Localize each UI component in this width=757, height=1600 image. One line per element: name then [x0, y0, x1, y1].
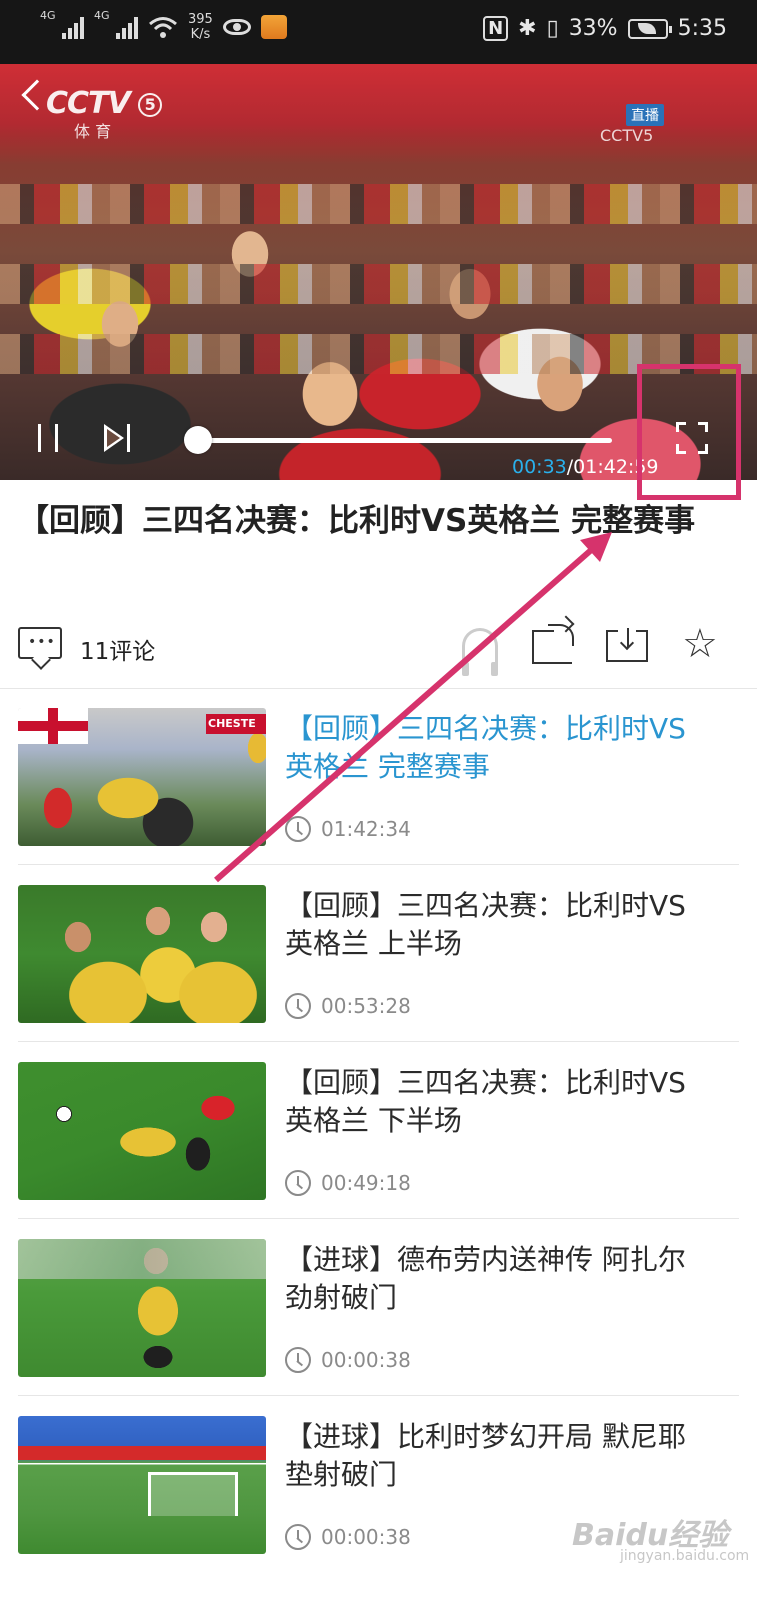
- video-player[interactable]: CCTV 5 体 育 直播 CCTV5 00:33/01:42:59: [0, 64, 757, 480]
- item-duration: 00:49:18: [321, 1171, 411, 1195]
- progress-bar[interactable]: [184, 426, 612, 454]
- item-title[interactable]: 【回顾】三四名决赛：比利时VS英格兰 上半场: [285, 887, 705, 963]
- crowd-row: [0, 264, 757, 304]
- baidu-watermark-site: jingyan.baidu.com: [620, 1548, 750, 1564]
- item-duration: 00:00:38: [321, 1525, 411, 1549]
- fullscreen-button[interactable]: [676, 422, 708, 454]
- headphone-icon[interactable]: [462, 628, 498, 676]
- item-duration-row: 00:00:38: [285, 1524, 411, 1550]
- list-item[interactable]: CHESTE 【回顾】三四名决赛：比利时VS英格兰 完整赛事 01:42:34: [0, 688, 757, 865]
- live-tag: 直播: [626, 104, 664, 126]
- wifi-icon: [149, 17, 177, 38]
- download-icon[interactable]: [606, 628, 648, 662]
- time-display: 00:33/01:42:59: [512, 456, 659, 478]
- item-title[interactable]: 【进球】比利时梦幻开局 默尼耶垫射破门: [285, 1418, 705, 1494]
- signal-2-label: 4G: [94, 9, 110, 22]
- net-speed: 395 K/s: [188, 12, 213, 42]
- progress-thumb[interactable]: [184, 426, 213, 454]
- item-duration-row: 00:49:18: [285, 1170, 411, 1196]
- thumbnail-board-text: CHESTE: [206, 714, 266, 734]
- favorite-star-icon[interactable]: ☆: [682, 624, 718, 664]
- battery-percent: 33%: [568, 16, 618, 41]
- clock-icon: [285, 1347, 311, 1373]
- item-duration: 01:42:34: [321, 817, 411, 841]
- goal-graphic: [148, 1472, 238, 1516]
- video-thumbnail[interactable]: [18, 1416, 266, 1554]
- corner-logo: CCTV5: [600, 126, 654, 145]
- item-title[interactable]: 【进球】德布劳内送神传 阿扎尔劲射破门: [285, 1241, 705, 1317]
- channel-logo: CCTV 5: [46, 86, 162, 121]
- eye-comfort-icon: [222, 19, 251, 35]
- video-title: 【回顾】三四名决赛：比利时VS英格兰 完整赛事: [18, 503, 696, 539]
- status-bar: 4G 4G 395 K/s N ✱ ▯ 33% 5:35: [0, 0, 757, 64]
- video-thumbnail[interactable]: [18, 1062, 266, 1200]
- vibrate-icon: ▯: [546, 16, 559, 41]
- clock-icon: [285, 1170, 311, 1196]
- action-bar: ••• 11评论 ☆: [0, 615, 757, 686]
- channel-sub: 体 育: [74, 122, 112, 141]
- comment-count[interactable]: 11评论: [80, 632, 155, 666]
- crowd-row: [0, 184, 757, 224]
- signal-1-label: 4G: [40, 9, 56, 22]
- pause-button[interactable]: [38, 424, 58, 452]
- clock-time: 5:35: [677, 16, 727, 41]
- item-duration-row: 01:42:34: [285, 816, 411, 842]
- item-duration: 00:00:38: [321, 1348, 411, 1372]
- video-thumbnail[interactable]: [18, 885, 266, 1023]
- comment-icon-dots: •••: [28, 634, 56, 650]
- app-notification-icon: [260, 15, 287, 39]
- video-thumbnail[interactable]: CHESTE: [18, 708, 266, 846]
- channel-logo-text: CCTV: [46, 86, 131, 121]
- item-duration: 00:53:28: [321, 994, 411, 1018]
- clock-icon: [285, 816, 311, 842]
- total-time: 01:42:59: [573, 456, 659, 478]
- current-time: 00:33: [512, 456, 567, 478]
- battery-icon: [627, 18, 672, 39]
- channel-number: 5: [137, 92, 162, 117]
- ad-board: [18, 1446, 266, 1460]
- item-title[interactable]: 【回顾】三四名决赛：比利时VS英格兰 完整赛事: [285, 710, 705, 786]
- item-title[interactable]: 【回顾】三四名决赛：比利时VS英格兰 下半场: [285, 1064, 705, 1140]
- video-thumbnail[interactable]: [18, 1239, 266, 1377]
- net-speed-unit: K/s: [190, 27, 211, 42]
- next-button[interactable]: [104, 424, 132, 452]
- comment-icon[interactable]: •••: [18, 627, 62, 659]
- nfc-icon: N: [483, 16, 509, 41]
- status-left: 4G 4G 395 K/s: [40, 9, 287, 42]
- list-item[interactable]: 【进球】德布劳内送神传 阿扎尔劲射破门 00:00:38: [0, 1219, 757, 1396]
- clock-icon: [285, 993, 311, 1019]
- item-duration-row: 00:53:28: [285, 993, 411, 1019]
- list-item[interactable]: 【回顾】三四名决赛：比利时VS英格兰 上半场 00:53:28: [0, 865, 757, 1042]
- net-speed-value: 395: [188, 12, 213, 27]
- status-right: N ✱ ▯ 33% 5:35: [483, 16, 727, 41]
- bluetooth-icon: ✱: [518, 16, 537, 41]
- share-icon[interactable]: [532, 615, 575, 664]
- cell-signal-icon-2: 4G: [94, 9, 138, 39]
- stadium-stands: [18, 1239, 266, 1279]
- list-item[interactable]: 【回顾】三四名决赛：比利时VS英格兰 下半场 00:49:18: [0, 1042, 757, 1219]
- item-duration-row: 00:00:38: [285, 1347, 411, 1373]
- cell-signal-icon-1: 4G: [40, 9, 84, 39]
- next-icon: [104, 424, 124, 452]
- clock-icon: [285, 1524, 311, 1550]
- england-flag-graphic: [18, 708, 88, 744]
- crowd-row: [0, 334, 757, 374]
